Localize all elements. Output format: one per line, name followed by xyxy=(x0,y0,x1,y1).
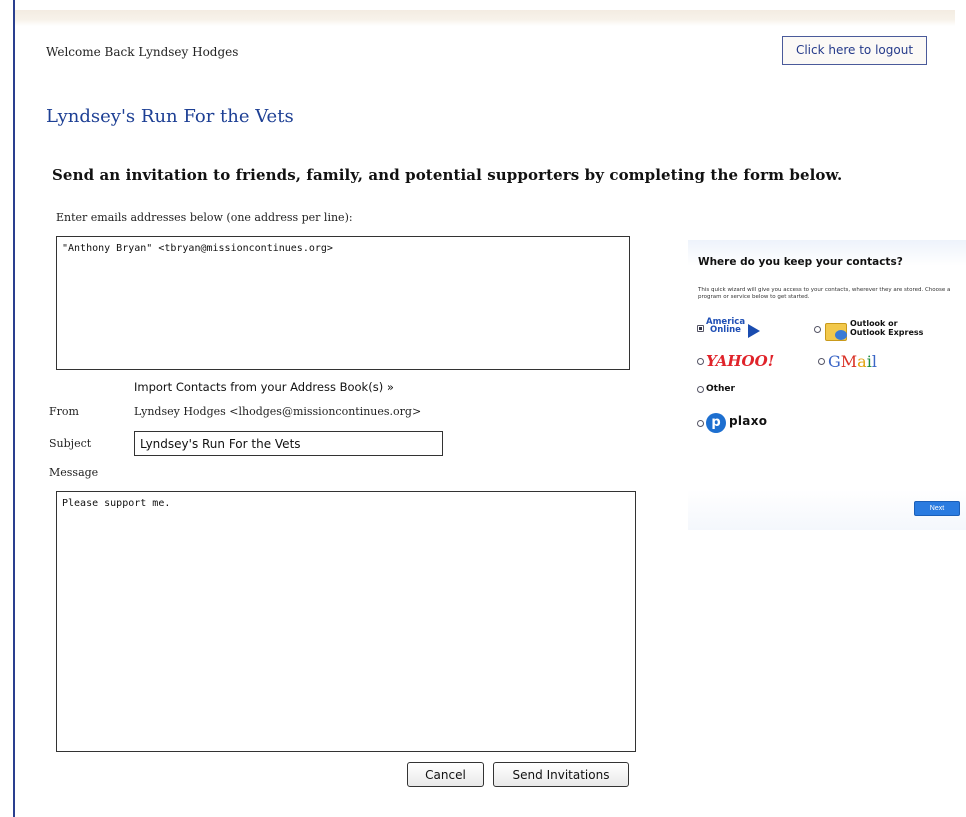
message-input[interactable]: Please support me. xyxy=(56,491,636,752)
from-value: Lyndsey Hodges <lhodges@missioncontinues… xyxy=(134,405,422,418)
yahoo-radio[interactable] xyxy=(697,358,704,365)
emails-input[interactable]: "Anthony Bryan" <tbryan@missioncontinues… xyxy=(56,236,630,370)
cancel-button[interactable]: Cancel xyxy=(407,762,484,787)
wizard-title: Where do you keep your contacts? xyxy=(698,256,903,268)
page-left-border xyxy=(13,0,15,817)
outlook-icon xyxy=(825,323,847,341)
subject-input[interactable] xyxy=(134,431,443,456)
yahoo-logo[interactable]: YAHOO! xyxy=(706,352,774,370)
gmail-logo[interactable]: GMail xyxy=(828,352,877,371)
wizard-next-button[interactable]: Next xyxy=(914,501,960,516)
welcome-message: Welcome Back Lyndsey Hodges xyxy=(46,45,239,59)
plaxo-label[interactable]: plaxo xyxy=(729,414,767,428)
outlook-radio[interactable] xyxy=(814,326,821,333)
aol-logo[interactable]: America Online xyxy=(706,318,745,335)
plaxo-icon: p xyxy=(706,413,726,433)
page-title: Lyndsey's Run For the Vets xyxy=(46,106,294,127)
wizard-description: This quick wizard will give you access t… xyxy=(698,287,951,300)
gmail-radio[interactable] xyxy=(818,358,825,365)
aol-arrow-icon xyxy=(748,324,760,338)
outlook-label-line2: Outlook Express xyxy=(850,328,924,337)
plaxo-radio[interactable] xyxy=(697,420,704,427)
address-book-wizard: Where do you keep your contacts? This qu… xyxy=(688,240,966,530)
header-band xyxy=(15,10,955,26)
aol-radio[interactable] xyxy=(697,325,704,332)
message-label: Message xyxy=(49,466,99,479)
from-label: From xyxy=(49,405,79,418)
import-contacts-link[interactable]: Import Contacts from your Address Book(s… xyxy=(134,380,394,394)
outlook-label-line1: Outlook or xyxy=(850,319,898,328)
other-radio[interactable] xyxy=(697,386,704,393)
subject-label: Subject xyxy=(49,437,92,450)
aol-logo-line2: Online xyxy=(710,325,741,335)
outlook-label[interactable]: Outlook or Outlook Express xyxy=(850,319,923,337)
send-invitations-button[interactable]: Send Invitations xyxy=(493,762,629,787)
other-option-label[interactable]: Other xyxy=(706,384,735,394)
emails-label: Enter emails addresses below (one addres… xyxy=(56,211,353,224)
page-instructions: Send an invitation to friends, family, a… xyxy=(52,166,843,184)
logout-button[interactable]: Click here to logout xyxy=(782,36,927,65)
